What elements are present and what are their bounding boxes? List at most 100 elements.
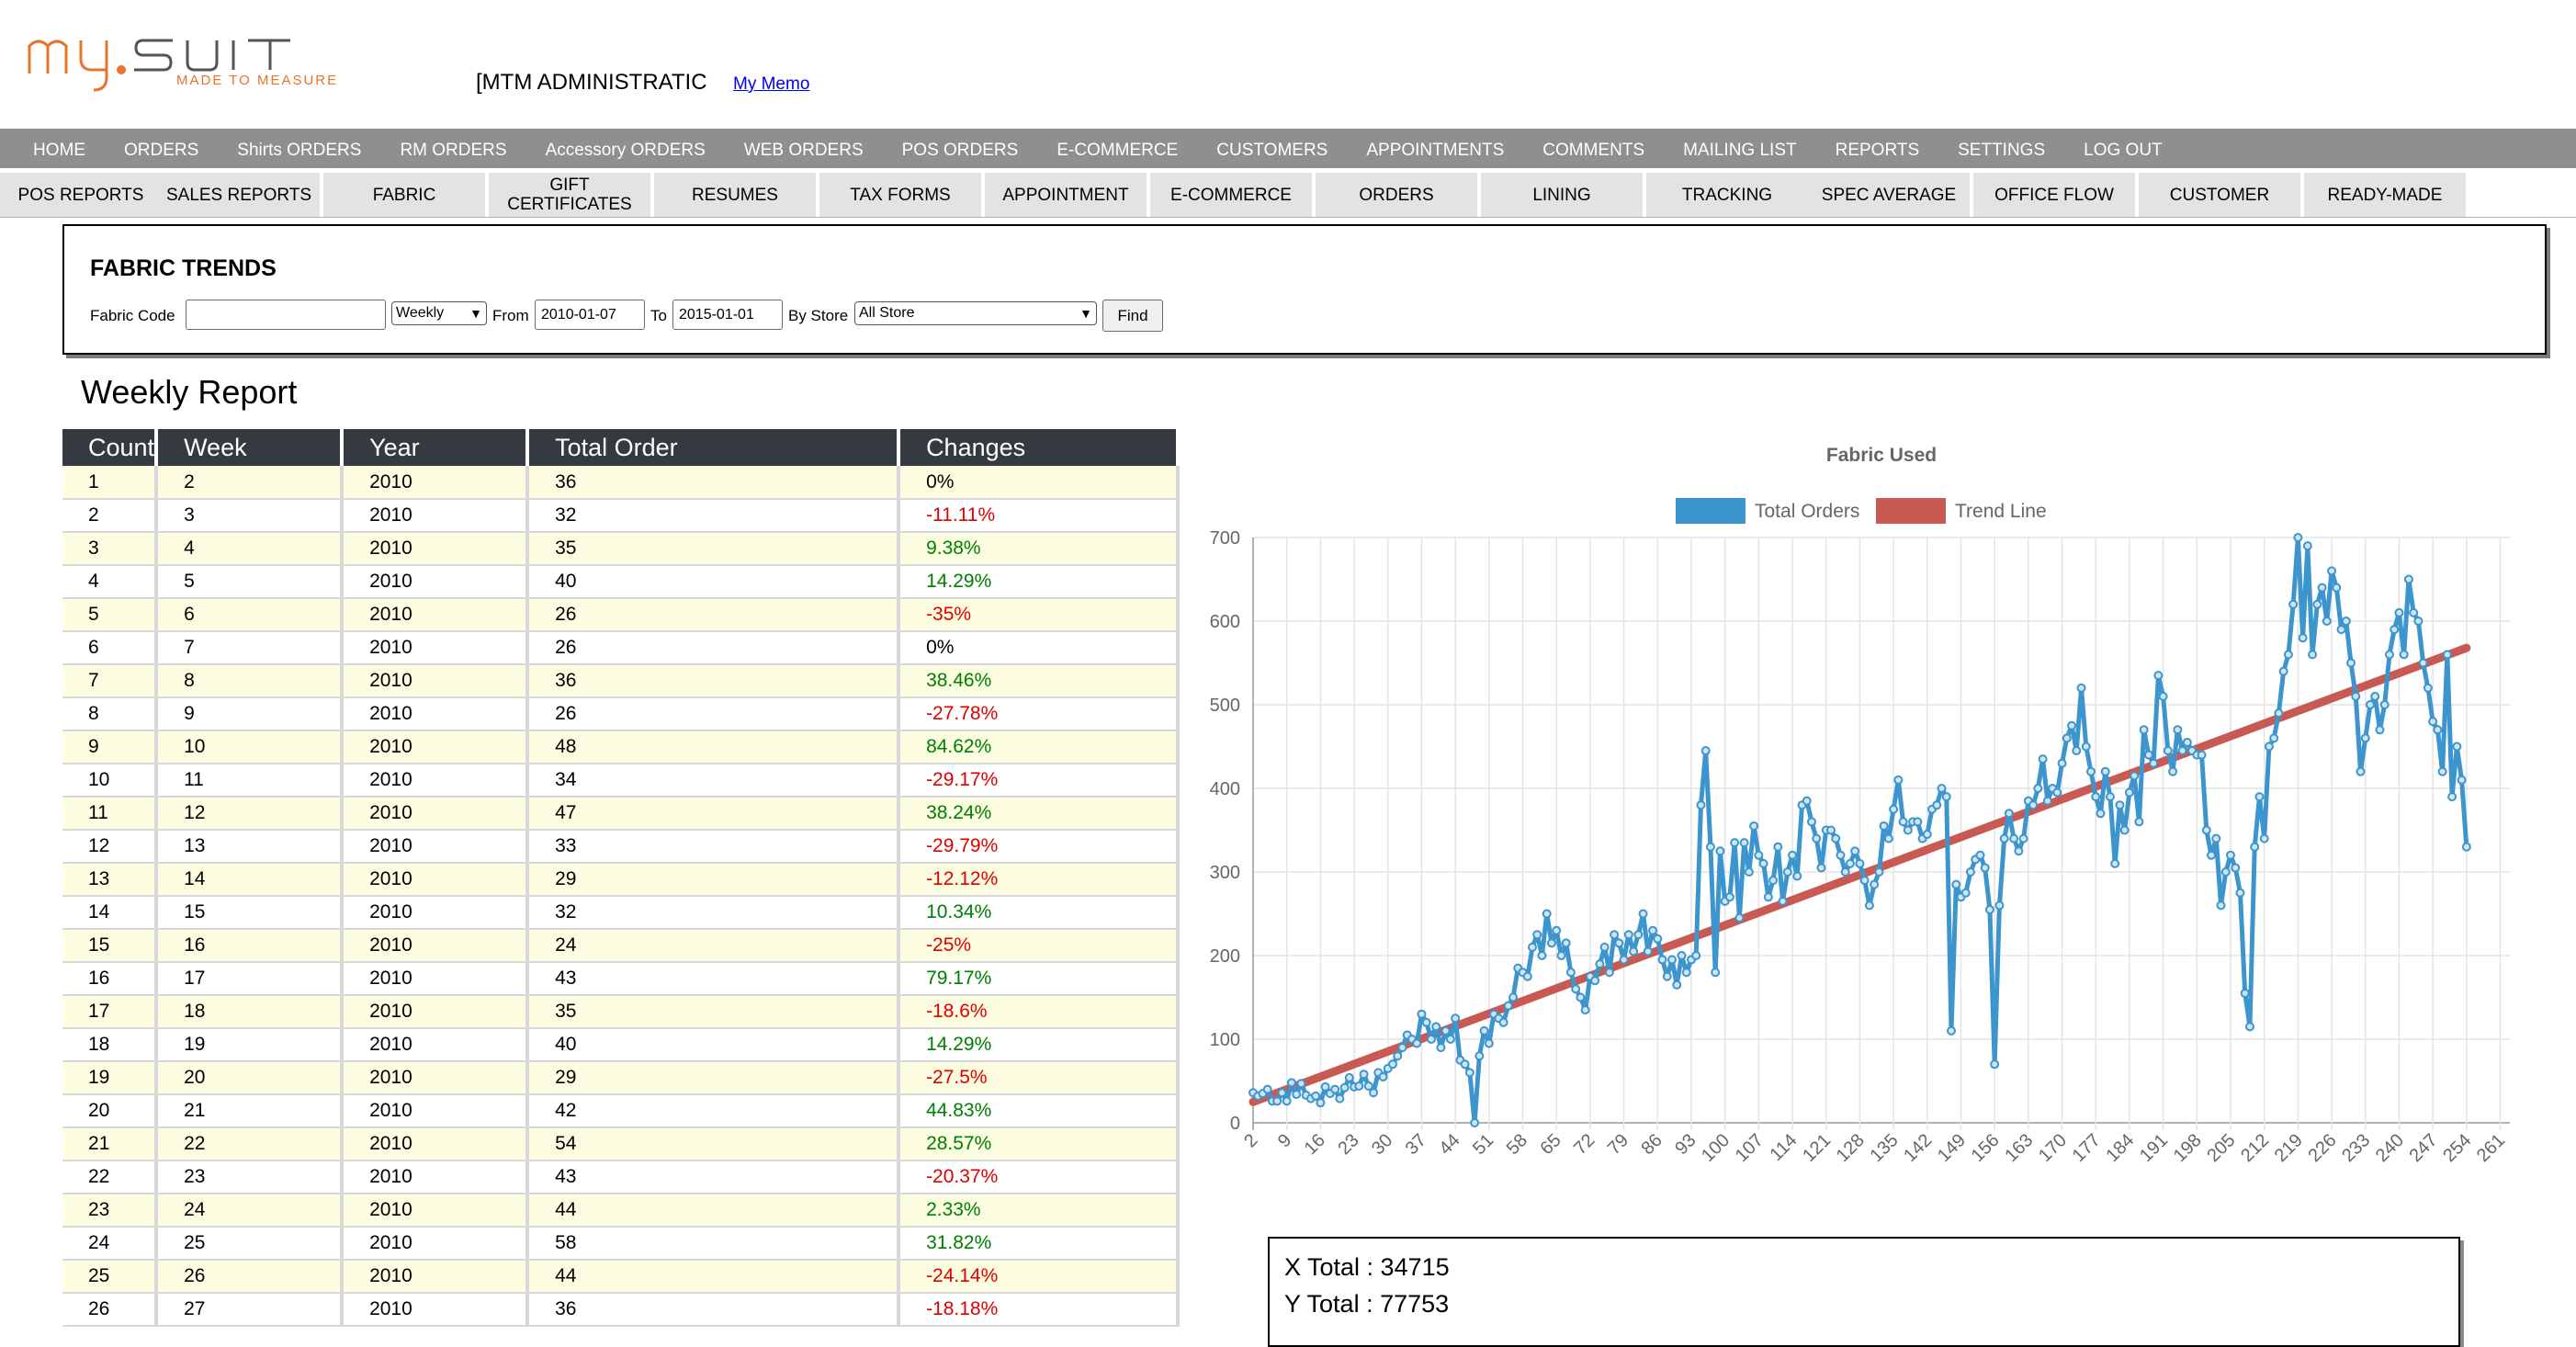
col-total-order-header[interactable]: Total Order [527, 429, 901, 466]
cell-count: 19 [62, 1061, 159, 1095]
total-orders-point [1595, 959, 1605, 969]
total-orders-point [2168, 766, 2178, 776]
cell-count: 6 [62, 631, 159, 665]
cell-total-order: 26 [527, 631, 901, 665]
subnav-lining[interactable]: LINING [1481, 173, 1644, 217]
total-orders-point [2288, 599, 2299, 609]
period-select[interactable]: Weekly ▼ [391, 301, 487, 325]
nav-reports[interactable]: REPORTS [1816, 129, 1939, 168]
x-tick-label: 254 [2439, 1130, 2475, 1166]
table-header-row: Count Week Year Total Order Changes [62, 429, 1181, 466]
table-row: 19 20 2010 29 -27.5% [62, 1061, 1181, 1095]
subnav-ready-made[interactable]: READY-MADE [2304, 173, 2468, 217]
nav-settings[interactable]: SETTINGS [1938, 129, 2064, 168]
nav-orders[interactable]: ORDERS [105, 129, 218, 168]
total-orders-point [1320, 1081, 1330, 1092]
total-orders-point [1773, 842, 1783, 852]
total-orders-point [1599, 942, 1610, 952]
subnav-office-flow[interactable]: OFFICE FLOW [1973, 173, 2137, 217]
total-orders-point [2076, 683, 2086, 693]
nav-mailing-list[interactable]: MAILING LIST [1664, 129, 1816, 168]
total-orders-point [1980, 863, 1990, 873]
subnav-tax-forms[interactable]: TAX FORMS [819, 173, 983, 217]
y-tick-label: 100 [1210, 1030, 1240, 1050]
x-tick-label: 261 [2473, 1130, 2509, 1166]
my-memo-link[interactable]: My Memo [733, 74, 809, 95]
cell-week: 15 [156, 896, 345, 930]
report-title: Weekly Report [81, 373, 298, 411]
total-orders-point [2442, 650, 2452, 660]
col-year-header[interactable]: Year [342, 429, 530, 466]
to-date-input[interactable] [672, 300, 783, 330]
subnav-customer[interactable]: CUSTOMER [2139, 173, 2302, 217]
subnav-orders[interactable]: ORDERS [1316, 173, 1479, 217]
total-orders-point [2244, 1022, 2254, 1032]
total-orders-point [2119, 825, 2130, 835]
x-tick-label: 86 [1638, 1130, 1666, 1159]
brand-logo[interactable]: MADE TO MEASURE [26, 17, 393, 99]
col-changes-header[interactable]: Changes [898, 429, 1181, 466]
total-orders-point [2033, 784, 2043, 793]
x-tick-label: 163 [2001, 1130, 2037, 1166]
nav-accessory-orders[interactable]: Accessory ORDERS [526, 129, 725, 168]
cell-week: 22 [156, 1127, 345, 1161]
total-orders-point [2274, 708, 2284, 719]
store-select[interactable]: All Store ▼ [854, 301, 1097, 325]
nav-customers[interactable]: CUSTOMERS [1197, 129, 1347, 168]
subnav-spec-average[interactable]: SPEC AVERAGE [1808, 173, 1972, 217]
cell-count: 15 [62, 929, 159, 963]
total-orders-point [2240, 988, 2250, 998]
total-orders-point [2413, 617, 2423, 626]
cell-changes: 38.46% [898, 664, 1181, 698]
total-orders-point [2366, 700, 2375, 709]
total-orders-point [1960, 888, 1971, 898]
cell-total-order: 36 [527, 664, 901, 698]
total-orders-point [2018, 833, 2028, 843]
total-orders-point [1653, 934, 1663, 944]
total-orders-point [1648, 925, 1658, 935]
nav-comments[interactable]: COMMENTS [1523, 129, 1664, 168]
find-button[interactable]: Find [1102, 300, 1163, 332]
subnav-tracking[interactable]: TRACKING [1646, 173, 1810, 217]
fabric-code-input[interactable] [186, 300, 386, 330]
subnav-pos-reports[interactable]: POS REPORTS [0, 173, 164, 217]
nav-pos-orders[interactable]: POS ORDERS [883, 129, 1038, 168]
x-tick-label: 149 [1934, 1130, 1970, 1166]
total-orders-point [1344, 1072, 1354, 1082]
subnav-e-commerce[interactable]: E-COMMERCE [1150, 173, 1314, 217]
subnav-sales-reports[interactable]: SALES REPORTS [158, 173, 322, 217]
total-orders-point [1937, 784, 1947, 793]
cell-week: 10 [156, 730, 345, 764]
cell-week: 25 [156, 1227, 345, 1261]
x-tick-label: 93 [1671, 1130, 1700, 1159]
cell-count: 1 [62, 466, 159, 500]
total-orders-point [2072, 746, 2082, 756]
total-orders-point [1913, 817, 1923, 827]
cell-year: 2010 [342, 1227, 530, 1261]
cell-total-order: 29 [527, 1061, 901, 1095]
total-orders-point [1840, 867, 1850, 877]
nav-appointments[interactable]: APPOINTMENTS [1347, 129, 1523, 168]
subnav-resumes[interactable]: RESUMES [654, 173, 818, 217]
table-row: 11 12 2010 47 38.24% [62, 797, 1181, 831]
nav-rm-orders[interactable]: RM ORDERS [380, 129, 525, 168]
nav-web-orders[interactable]: WEB ORDERS [725, 129, 883, 168]
subnav-fabric[interactable]: FABRIC [323, 173, 487, 217]
col-week-header[interactable]: Week [156, 429, 345, 466]
total-orders-point [2197, 750, 2207, 760]
subnav-gift-certificates[interactable]: GIFT CERTIFICATES [489, 173, 652, 217]
nav-log-out[interactable]: LOG OUT [2064, 129, 2182, 168]
total-orders-point [2231, 863, 2241, 873]
nav-shirts-orders[interactable]: Shirts ORDERS [218, 129, 380, 168]
cell-total-order: 40 [527, 565, 901, 599]
subnav-appointment[interactable]: APPOINTMENT [985, 173, 1148, 217]
table-row: 5 6 2010 26 -35% [62, 598, 1181, 632]
cell-count: 8 [62, 697, 159, 731]
fabric-code-label: Fabric Code [90, 307, 175, 324]
from-date-input[interactable] [535, 300, 645, 330]
total-orders-point [1705, 842, 1715, 852]
total-orders-point [1744, 867, 1754, 877]
nav-e-commerce[interactable]: E-COMMERCE [1037, 129, 1197, 168]
nav-home[interactable]: HOME [0, 129, 105, 168]
col-count-header[interactable]: Count [62, 429, 159, 466]
